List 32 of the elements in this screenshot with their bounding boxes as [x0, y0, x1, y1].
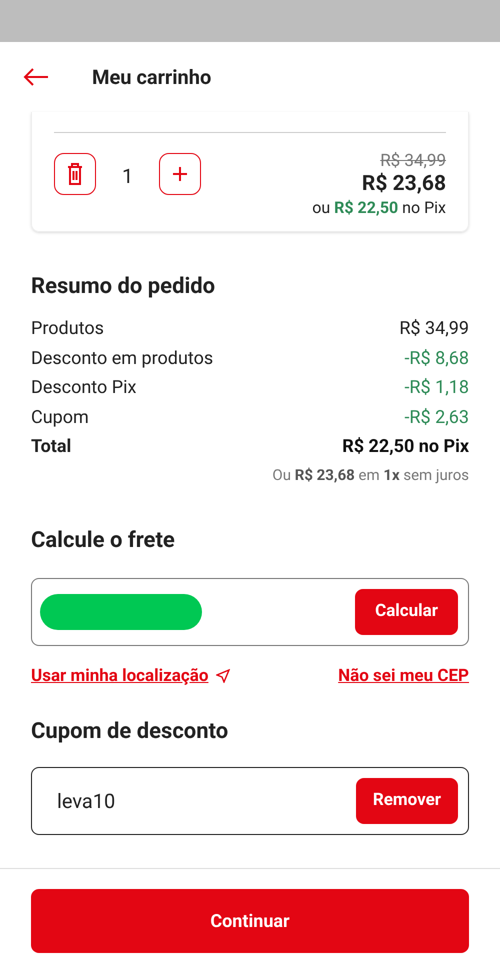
increase-button[interactable]	[159, 153, 202, 195]
summary-value: -R$ 2,63	[404, 406, 469, 430]
unknown-zip-link[interactable]: Não sei meu CEP	[338, 664, 469, 689]
navigation-arrow-icon	[216, 669, 230, 684]
trash-icon	[67, 163, 83, 185]
delete-button[interactable]	[54, 153, 96, 195]
section-title: Cupom de desconto	[31, 718, 230, 746]
section-title: Calcule o frete	[31, 526, 176, 554]
old-price: R$ 34,99	[380, 151, 446, 171]
installments-note: Ou R$ 23,68 em 1x sem juros	[272, 464, 469, 486]
summary-label: Desconto em produtos	[31, 346, 214, 370]
remove-button[interactable]: Remover	[356, 778, 458, 824]
price: R$ 23,68	[362, 171, 446, 197]
summary-value: R$ 22,50 no Pix	[342, 435, 469, 459]
zip-code-field[interactable]: Calcular	[31, 578, 469, 646]
summary-value: R$ 34,99	[399, 317, 469, 341]
summary-label: Produtos	[31, 317, 104, 341]
use-location-link[interactable]: Usar minha localização	[31, 664, 208, 689]
summary-value: -R$ 1,18	[404, 376, 469, 400]
summary-value: -R$ 8,68	[404, 346, 469, 370]
quantity-value: 1	[122, 163, 134, 190]
summary-label: Total	[31, 435, 72, 459]
summary-label: Desconto Pix	[31, 376, 136, 400]
pix-price: ou R$ 22,50 no Pix	[312, 197, 446, 219]
back-arrow-icon	[23, 68, 49, 86]
continue-button[interactable]: Continuar	[31, 889, 469, 953]
section-title: Resumo do pedido	[31, 273, 216, 301]
plus-icon	[173, 167, 188, 181]
summary-label: Cupom	[31, 406, 89, 430]
page-title: Meu carrinho	[92, 64, 212, 91]
calculate-button[interactable]: Calcular	[355, 588, 458, 634]
coupon-field[interactable]: leva10 Remover	[31, 767, 469, 835]
